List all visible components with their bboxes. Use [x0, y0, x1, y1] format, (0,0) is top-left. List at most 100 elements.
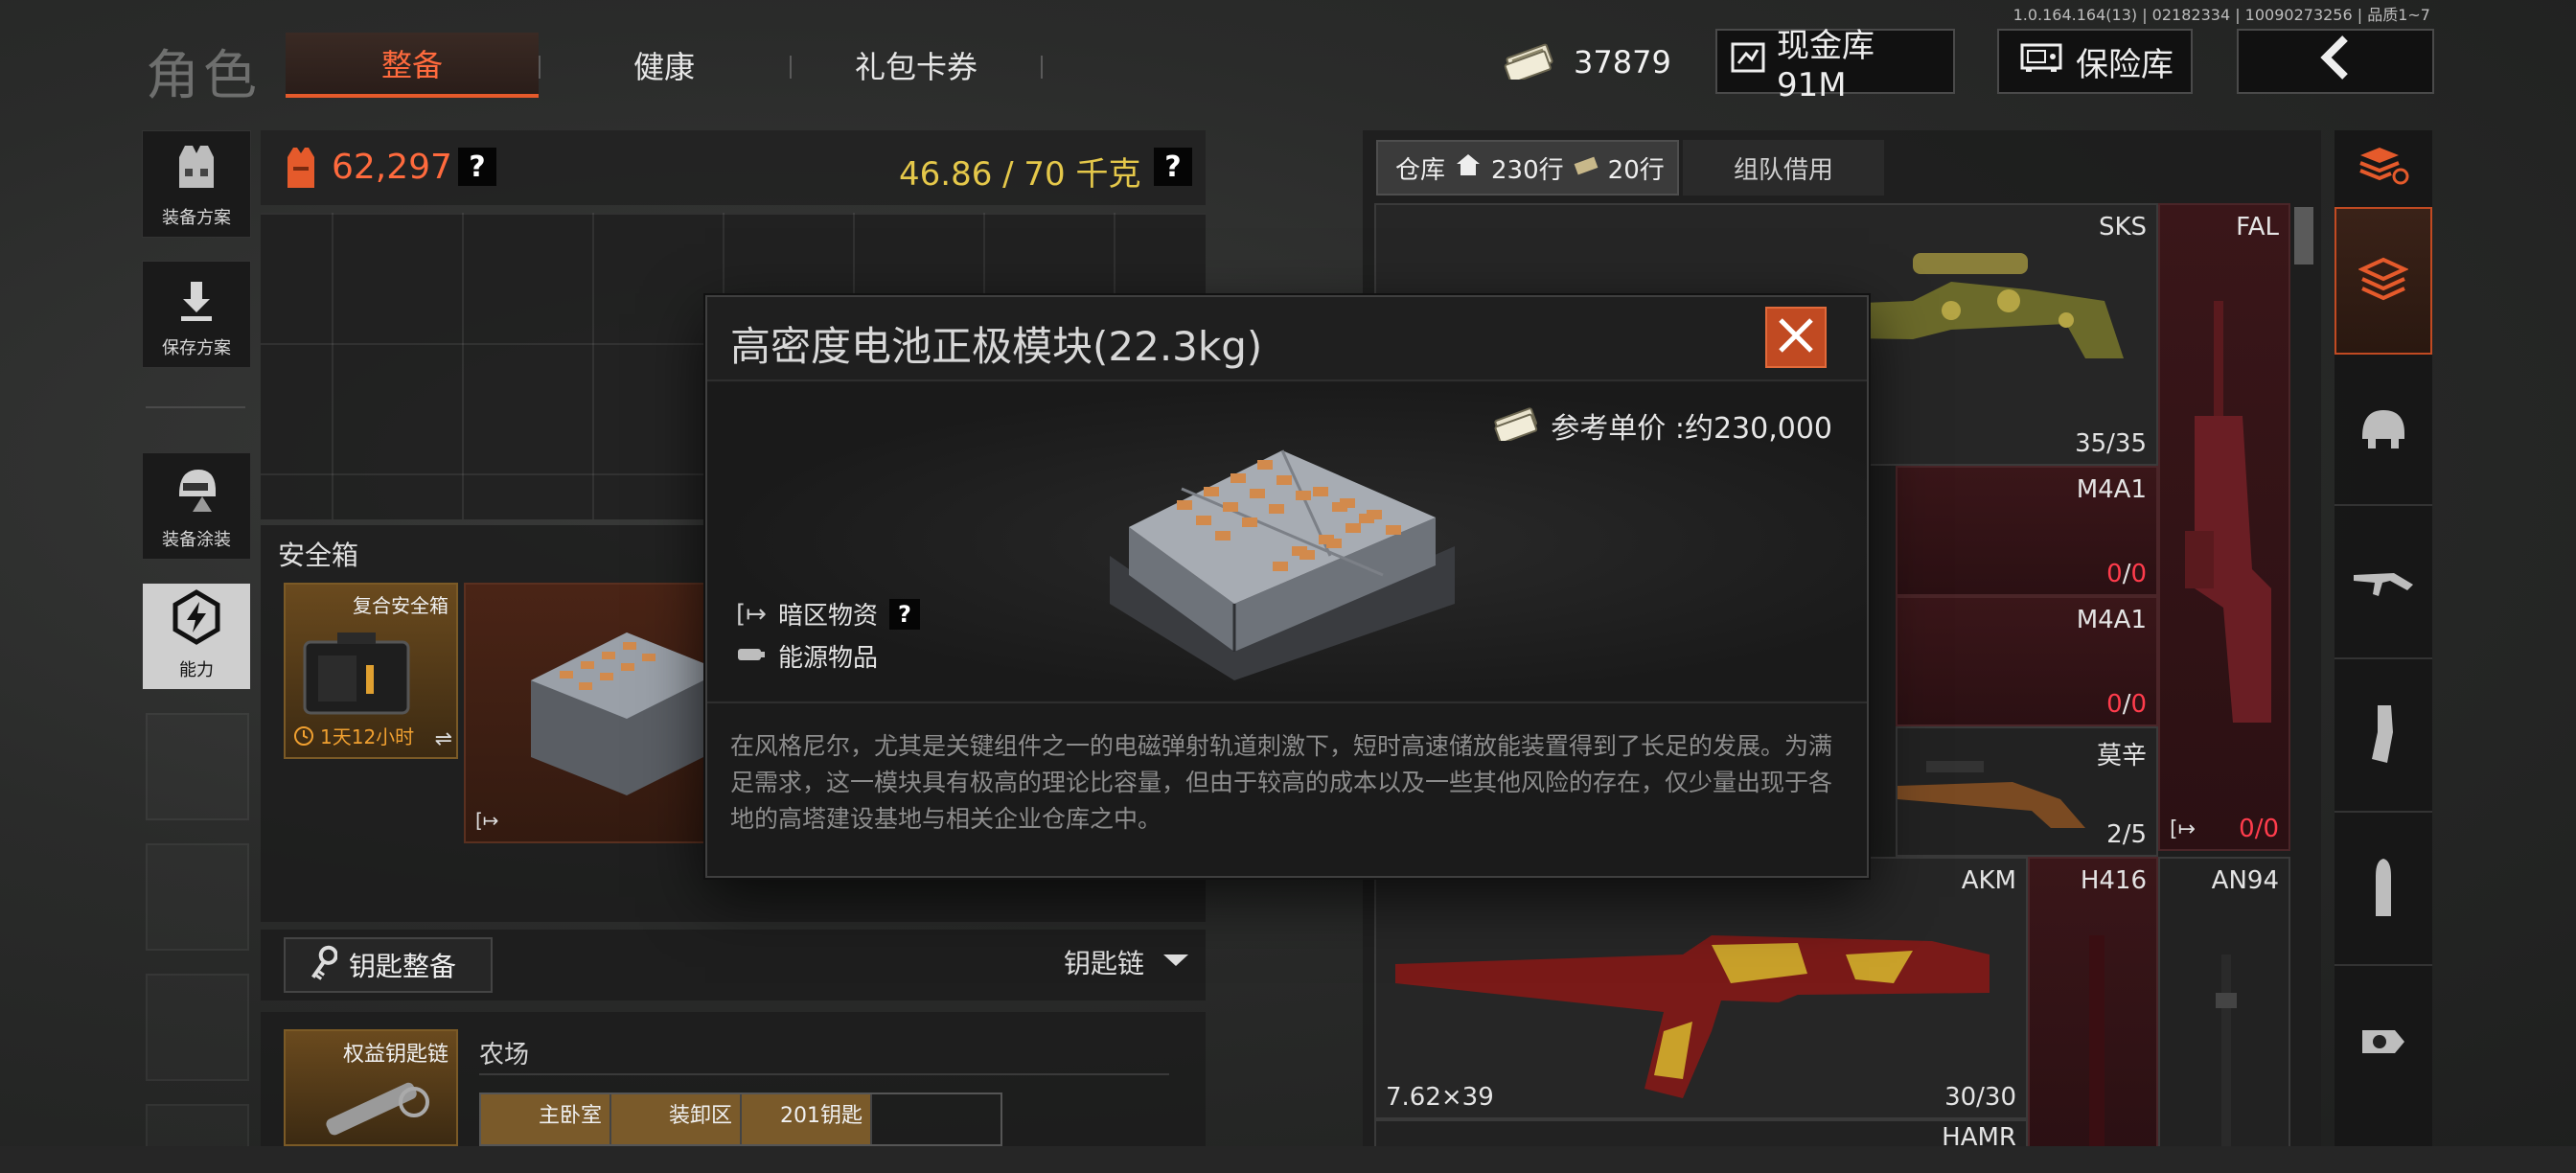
- item-name: SKS: [2098, 213, 2147, 242]
- keychain-icon: [314, 1062, 439, 1152]
- version-label: 1.0.164.164(13) | 02182334 | 10090273256…: [2012, 6, 2430, 24]
- bottom-strip: [0, 1146, 2576, 1173]
- item-name: AKM: [1961, 866, 2016, 895]
- item-ammo: 0/0: [2106, 690, 2147, 719]
- tag-label: 能源物品: [778, 644, 879, 673]
- tab-gift-cards[interactable]: 礼包卡券: [801, 33, 1031, 98]
- swap-icon[interactable]: ⇌: [435, 727, 452, 751]
- page-title: 角色: [146, 45, 261, 107]
- safebox-slot[interactable]: 复合安全箱 1天12小时 ⇌: [284, 583, 458, 759]
- item-name: M4A1: [2076, 606, 2147, 634]
- sidebar-item-save-plan[interactable]: 保存方案: [142, 261, 251, 368]
- chevron-left-icon: [2316, 34, 2355, 89]
- safebox-item-name: 复合安全箱: [353, 594, 448, 617]
- sidebar-item-skin[interactable]: 装备涂装: [142, 452, 251, 560]
- sort-refresh-button[interactable]: [2334, 130, 2432, 203]
- safe-icon: [2020, 41, 2062, 82]
- item-caliber: 7.62×39: [1386, 1083, 1494, 1112]
- back-button[interactable]: [2237, 29, 2434, 94]
- tag-help-button[interactable]: ?: [888, 598, 920, 630]
- item-ammo: 0/0: [2239, 815, 2279, 843]
- weight-help-button[interactable]: ?: [1154, 148, 1192, 186]
- inventory-item-an94[interactable]: AN94: [2158, 857, 2290, 1156]
- sidebar-empty-slot: [146, 1104, 249, 1152]
- sidebar-item-label: 保存方案: [162, 338, 231, 358]
- lightning-hex-icon: [168, 588, 225, 651]
- category-rail: [2334, 130, 2432, 1156]
- tab-health[interactable]: 健康: [550, 33, 778, 98]
- rifle-icon: [2208, 954, 2246, 1160]
- item-ammo: 30/30: [1944, 1083, 2016, 1112]
- safebox-timer: 1天12小时: [293, 722, 414, 749]
- modal-header: 高密度电池正极模块(22.3kg): [707, 297, 1867, 381]
- stack-refresh-icon: [2357, 144, 2410, 190]
- area-label: 农场: [479, 1041, 530, 1070]
- chevron-down-icon: [1162, 951, 1190, 974]
- inventory-item-mosin[interactable]: 莫辛 2/5: [1896, 726, 2158, 857]
- key-slot[interactable]: 主卧室: [481, 1094, 611, 1144]
- value-help-button[interactable]: ?: [458, 148, 496, 186]
- vest-icon: [170, 140, 223, 198]
- safebox-item-slot[interactable]: [↦: [464, 583, 723, 843]
- rifle-icon: [2352, 562, 2415, 604]
- item-detail-modal: 高密度电池正极模块(22.3kg) 参考单价 :约230,000 [↦ 暗区物资…: [705, 295, 1869, 878]
- rifle-icon: [2078, 935, 2116, 1160]
- modal-body: 参考单价 :约230,000 [↦ 暗区物资 ? 能源物品: [707, 383, 1867, 700]
- category-rifle[interactable]: [2334, 508, 2432, 659]
- key-icon: [309, 944, 338, 986]
- battery-icon: [736, 645, 767, 668]
- category-helmet[interactable]: [2334, 355, 2432, 506]
- safebox-timer-label: 1天12小时: [320, 725, 415, 748]
- item-name: 莫辛: [2096, 742, 2147, 770]
- inventory-item-akm[interactable]: AKM 7.62×39 30/30: [1374, 857, 2028, 1119]
- sidebar-item-loadout-plan[interactable]: 装备方案: [142, 130, 251, 238]
- sidebar-item-label: 装备方案: [162, 208, 231, 228]
- inventory-item-m4a1[interactable]: M4A1 0/0: [1896, 596, 2158, 726]
- tab-team-borrow[interactable]: 组队借用: [1683, 140, 1884, 196]
- sidebar-item-ability[interactable]: 能力: [142, 583, 251, 690]
- tab-equipment[interactable]: 整备: [286, 33, 539, 98]
- close-button[interactable]: [1765, 307, 1827, 368]
- category-attachment[interactable]: [2334, 968, 2432, 1119]
- sidebar-divider: [146, 406, 245, 408]
- inventory-scrollbar[interactable]: [2292, 203, 2315, 1156]
- keychain-panel: 权益钥匙链 农场 主卧室 装卸区 201钥匙: [261, 1012, 1206, 1146]
- inventory-item-h416[interactable]: H416: [2028, 857, 2158, 1156]
- sidebar-empty-slot: [146, 713, 249, 820]
- scrollbar-thumb[interactable]: [2294, 207, 2313, 264]
- safebox-title: 安全箱: [278, 540, 359, 571]
- area-divider: [479, 1073, 1169, 1075]
- key-slot[interactable]: 装卸区: [611, 1094, 742, 1144]
- inventory-item-fal[interactable]: FAL [↦ 0/0: [2158, 203, 2290, 851]
- category-all[interactable]: [2334, 207, 2432, 355]
- keychain-dropdown[interactable]: 钥匙链: [1064, 943, 1190, 981]
- tab-warehouse-label: 仓库: [1395, 155, 1446, 185]
- key-slot-empty[interactable]: [872, 1094, 1000, 1144]
- exit-icon: [↦: [475, 809, 499, 832]
- magazine-icon: [2364, 703, 2403, 769]
- sidebar-item-label: 能力: [179, 660, 214, 680]
- inventory-item-m4a1[interactable]: M4A1 0/0: [1896, 466, 2158, 596]
- money-stack-icon: [1503, 41, 1556, 84]
- safe-vault-button[interactable]: 保险库: [1997, 29, 2193, 94]
- key-loadout-button[interactable]: 钥匙整备: [284, 937, 493, 993]
- key-slots-row: 主卧室 装卸区 201钥匙: [479, 1092, 1002, 1146]
- category-ammo[interactable]: [2334, 815, 2432, 966]
- tab-divider: [790, 56, 792, 79]
- cash-vault-button[interactable]: 现金库 91M: [1715, 27, 1955, 104]
- sidebar-empty-slot: [146, 843, 249, 951]
- tab-divider: [1041, 56, 1043, 79]
- battery-module-icon: [1091, 412, 1474, 684]
- key-slot[interactable]: 201钥匙: [742, 1094, 872, 1144]
- category-magazine[interactable]: [2334, 661, 2432, 813]
- ticket-rows: 20行: [1607, 155, 1665, 185]
- keychain-slot[interactable]: 权益钥匙链: [284, 1029, 458, 1146]
- item-name: M4A1: [2076, 475, 2147, 504]
- tab-warehouse[interactable]: 仓库 230行 20行: [1376, 140, 1679, 196]
- helmet-icon: [170, 462, 223, 520]
- ticket-icon: [1574, 153, 1598, 182]
- warehouse-rows: 230行: [1491, 155, 1564, 185]
- tab-divider: [539, 56, 540, 79]
- rifle-icon: [1898, 748, 2089, 838]
- rifle-icon: [2166, 301, 2281, 784]
